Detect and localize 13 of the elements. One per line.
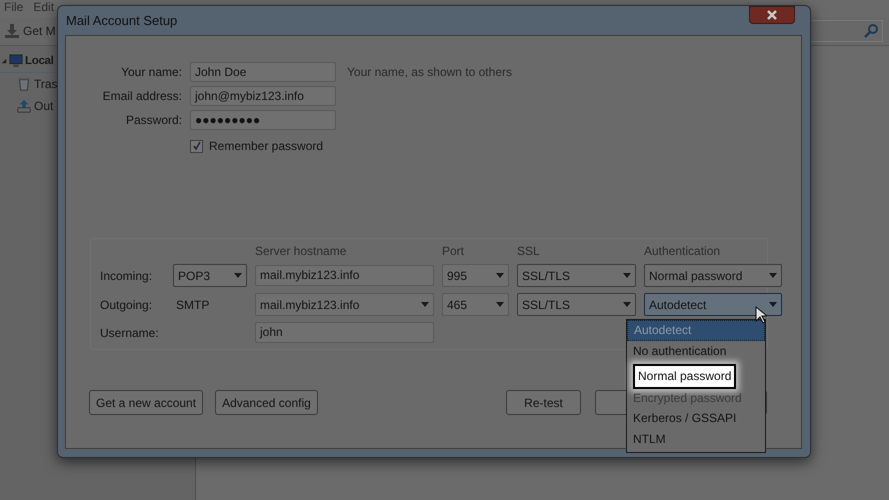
hint-text: Your name, as shown to others bbox=[346, 65, 513, 79]
field-label: Password: bbox=[124, 113, 182, 127]
field-label: Email address: bbox=[102, 89, 182, 103]
row-label: Outgoing: bbox=[100, 298, 154, 312]
column-header: SSL bbox=[517, 244, 541, 258]
field-label: Your name: bbox=[120, 65, 182, 79]
row-label: Username: bbox=[100, 326, 160, 340]
protocol-text: SMTP bbox=[175, 298, 210, 312]
column-header: Authentication bbox=[644, 244, 722, 258]
row-label: Incoming: bbox=[100, 268, 154, 282]
window-title: Mail Account Setup bbox=[66, 13, 178, 28]
column-header: Port bbox=[442, 244, 466, 258]
column-header: Server hostname bbox=[255, 244, 348, 258]
